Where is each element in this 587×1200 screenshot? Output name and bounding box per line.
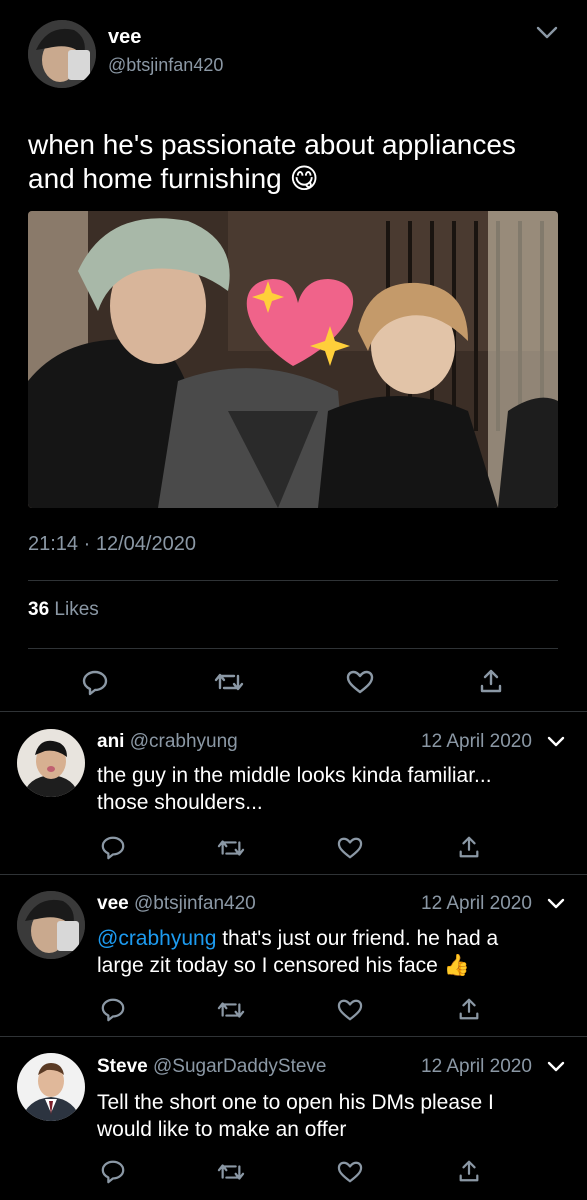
divider <box>0 874 587 875</box>
reply-icon <box>101 998 125 1022</box>
reply-date: 12 April 2020 <box>421 1056 532 1077</box>
tweet-text-body: when he's passionate about appliances an… <box>28 129 516 194</box>
more-options-button[interactable] <box>534 22 560 44</box>
reply-more-button[interactable] <box>545 894 567 914</box>
reply-date: 12 April 2020 <box>421 893 532 914</box>
reply-display-name[interactable]: ani <box>97 731 124 752</box>
reply-handle[interactable]: @SugarDaddySteve <box>153 1056 327 1077</box>
likes-count: 36 <box>28 599 50 620</box>
chevron-down-icon <box>547 898 565 909</box>
share-button[interactable] <box>457 1158 481 1184</box>
like-button[interactable] <box>346 669 374 695</box>
reply-text: the guy in the middle looks kinda famili… <box>97 764 492 814</box>
share-button[interactable] <box>457 996 481 1022</box>
retweet-button[interactable] <box>217 997 245 1023</box>
reply-button[interactable] <box>100 1158 126 1184</box>
reply-header: vee @btsjinfan420 <box>97 893 256 915</box>
reply-text: @crabhyung that's just our friend. he ha… <box>97 925 547 979</box>
reply-button[interactable] <box>81 668 109 696</box>
reply-icon <box>82 670 108 696</box>
yum-emoji: 😋 <box>289 162 319 195</box>
chevron-down-icon <box>536 26 558 39</box>
reply-more-button[interactable] <box>545 1057 567 1077</box>
tweet-date: 12/04/2020 <box>95 533 196 555</box>
reply-display-name[interactable]: vee <box>97 893 129 914</box>
retweet-button[interactable] <box>214 668 244 696</box>
share-icon <box>459 1160 479 1182</box>
chevron-down-icon <box>547 736 565 747</box>
tweet-photo[interactable] <box>28 211 558 508</box>
reply-handle[interactable]: @crabhyung <box>130 731 238 752</box>
reply-header: Steve @SugarDaddySteve <box>97 1056 326 1078</box>
likes-label: Likes <box>54 599 99 620</box>
reply-header: ani @crabhyung <box>97 731 238 753</box>
divider <box>0 711 587 712</box>
share-button[interactable] <box>478 667 504 695</box>
share-icon <box>480 669 502 693</box>
reply-text: Tell the short one to open his DMs pleas… <box>97 1091 494 1141</box>
heart-icon <box>337 999 363 1021</box>
thumbs-up-emoji: 👍 <box>443 953 470 977</box>
reply-display-name[interactable]: Steve <box>97 1056 148 1077</box>
avatar[interactable] <box>28 20 96 88</box>
reply-button[interactable] <box>100 996 126 1022</box>
share-icon <box>459 836 479 858</box>
like-button[interactable] <box>337 998 363 1022</box>
share-icon <box>459 998 479 1020</box>
reply-more-button[interactable] <box>545 732 567 752</box>
tweet-time: 21:14 <box>28 533 79 555</box>
retweet-button[interactable] <box>217 1159 245 1185</box>
retweet-icon <box>217 840 245 856</box>
handle[interactable]: @btsjinfan420 <box>108 55 223 76</box>
reply-avatar[interactable] <box>17 891 85 959</box>
divider <box>28 648 558 649</box>
reply-avatar[interactable] <box>17 729 85 797</box>
like-button[interactable] <box>337 1160 363 1184</box>
heart-icon <box>337 837 363 859</box>
share-button[interactable] <box>457 834 481 860</box>
retweet-button[interactable] <box>217 835 245 861</box>
mention-link[interactable]: @crabhyung <box>97 927 216 950</box>
heart-icon <box>346 670 374 694</box>
divider <box>28 580 558 581</box>
retweet-icon <box>217 1164 245 1180</box>
retweet-icon <box>214 673 244 691</box>
tweet-timestamp: 21:14 · 12/04/2020 <box>28 533 196 556</box>
reply-handle[interactable]: @btsjinfan420 <box>134 893 256 914</box>
likes-stat[interactable]: 36 Likes <box>28 599 99 621</box>
timestamp-separator: · <box>83 533 91 555</box>
display-name[interactable]: vee <box>108 26 141 49</box>
reply-date: 12 April 2020 <box>421 731 532 752</box>
reply-avatar[interactable] <box>17 1053 85 1121</box>
heart-icon <box>337 1161 363 1183</box>
tweet-text: when he's passionate about appliances an… <box>28 128 558 196</box>
reply-icon <box>101 1160 125 1184</box>
reply-icon <box>101 836 125 860</box>
like-button[interactable] <box>337 836 363 860</box>
divider <box>0 1036 587 1037</box>
retweet-icon <box>217 1002 245 1018</box>
chevron-down-icon <box>547 1061 565 1072</box>
reply-button[interactable] <box>100 834 126 860</box>
